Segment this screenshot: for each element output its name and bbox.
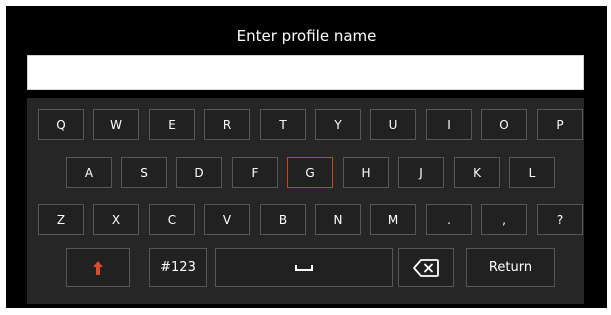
key-period[interactable]: . [426, 204, 472, 235]
return-key[interactable]: Return [466, 248, 555, 287]
key-j[interactable]: J [398, 157, 444, 188]
backspace-icon [413, 258, 439, 277]
key-q[interactable]: Q [38, 109, 84, 140]
profile-name-dialog: Enter profile name Q W E R T Y U I O P A… [6, 6, 607, 308]
key-x[interactable]: X [93, 204, 139, 235]
key-e[interactable]: E [149, 109, 195, 140]
shift-key[interactable] [66, 248, 130, 287]
key-k[interactable]: K [454, 157, 500, 188]
key-w[interactable]: W [93, 109, 139, 140]
backspace-key[interactable] [398, 248, 454, 287]
key-z[interactable]: Z [38, 204, 84, 235]
key-v[interactable]: V [204, 204, 250, 235]
space-key[interactable] [215, 248, 393, 287]
space-bar-icon [295, 264, 313, 272]
key-o[interactable]: O [481, 109, 527, 140]
key-question-mark[interactable]: ? [537, 204, 583, 235]
symbols-key[interactable]: #123 [149, 248, 207, 287]
key-p[interactable]: P [537, 109, 583, 140]
shift-up-arrow-icon [93, 260, 103, 275]
key-y[interactable]: Y [315, 109, 361, 140]
key-d[interactable]: D [176, 157, 222, 188]
key-l[interactable]: L [509, 157, 555, 188]
profile-name-input[interactable] [27, 55, 584, 90]
key-m[interactable]: M [370, 204, 416, 235]
on-screen-keyboard: Q W E R T Y U I O P A S D F G H J K L Z … [27, 98, 584, 304]
key-u[interactable]: U [370, 109, 416, 140]
key-comma[interactable]: , [481, 204, 527, 235]
key-g-selected[interactable]: G [287, 157, 333, 188]
key-s[interactable]: S [121, 157, 167, 188]
key-h[interactable]: H [343, 157, 389, 188]
key-r[interactable]: R [204, 109, 250, 140]
key-f[interactable]: F [232, 157, 278, 188]
key-c[interactable]: C [149, 204, 195, 235]
key-n[interactable]: N [315, 204, 361, 235]
key-b[interactable]: B [260, 204, 306, 235]
dialog-title: Enter profile name [236, 27, 377, 45]
key-i[interactable]: I [426, 109, 472, 140]
key-a[interactable]: A [66, 157, 112, 188]
key-t[interactable]: T [260, 109, 306, 140]
